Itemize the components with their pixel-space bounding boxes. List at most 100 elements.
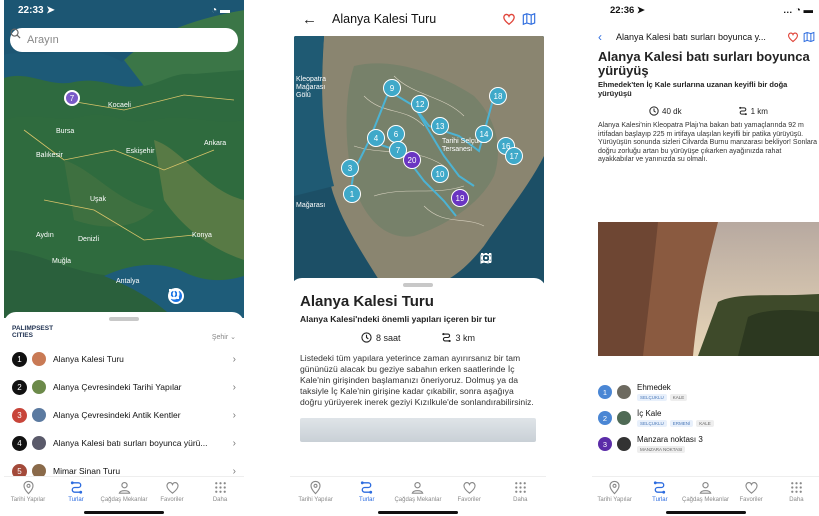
stop-thumbnail [617, 385, 631, 399]
walk-title: Alanya Kalesi batı surları boyunca yürüy… [598, 49, 810, 78]
tab-label: Turlar [652, 497, 668, 503]
map-marker[interactable]: 9 [383, 79, 401, 97]
list-item[interactable]: 1 Ehmedek SELÇUKLU KALE [598, 383, 819, 401]
map-pin-icon [609, 480, 620, 495]
city-label: Kocaeli [108, 102, 131, 109]
map-marker[interactable]: 3 [341, 159, 359, 177]
map-marker[interactable]: 14 [475, 125, 493, 143]
map-label-kleopatra: Kleopatra Mağarası Gölü [296, 76, 326, 99]
person-pin-icon [699, 481, 712, 494]
back-chevron-icon[interactable]: ‹ [598, 30, 612, 44]
tab-tours[interactable]: Turlar [344, 480, 390, 503]
tour-map[interactable]: Kleopatra Mağarası Gölü Tarihi Selçuklu … [294, 36, 544, 288]
tab-contemporary-places[interactable]: Çağdaş Mekanlar [100, 480, 148, 503]
map-marker[interactable]: 1 [343, 185, 361, 203]
city-label: Uşak [90, 196, 106, 203]
chevron-right-icon: › [232, 353, 236, 365]
status-time: 22:33 ➤ [18, 5, 55, 16]
crosshair-icon[interactable] [168, 288, 180, 300]
tab-favorites[interactable]: Favoriler [446, 480, 492, 503]
map-marker[interactable]: 10 [431, 165, 449, 183]
nav-header: ‹ Alanya Kalesi batı surları boyunca y..… [598, 30, 815, 44]
tab-favorites[interactable]: Favoriler [149, 480, 195, 503]
grid-dots-icon [515, 482, 526, 493]
tour-list-sheet: PALIMPSEST CITIES Şehir ⌄ 1 Alanya Kales… [4, 312, 244, 479]
tour-distance: 3 km [455, 332, 476, 343]
heart-icon [745, 482, 758, 494]
page-title: Alanya Kalesi Turu [332, 12, 437, 26]
city-label: Muğla [52, 258, 72, 265]
status-bar: 22:36 ➤ … ◔ ▬ [610, 5, 813, 16]
map-icon[interactable] [522, 12, 536, 26]
status-bar: 22:33 ➤ ◔ ▬ [18, 5, 230, 16]
map-marker[interactable]: 12 [411, 95, 429, 113]
header-title: Alanya Kalesi batı surları boyunca y... [616, 32, 766, 42]
phone-walk-detail-screen: 22:36 ➤ … ◔ ▬ ‹ Alanya Kalesi batı surla… [592, 0, 819, 516]
map-marker[interactable]: 18 [489, 87, 507, 105]
tab-tours[interactable]: Turlar [637, 480, 682, 503]
tab-historic-buildings[interactable]: Tarihi Yapılar [293, 480, 339, 503]
stop-tag: ERMENİ [669, 420, 694, 427]
list-item[interactable]: 2 Alanya Çevresindeki Tarihi Yapılar › [4, 373, 244, 401]
tab-label: Çağdaş Mekanlar [100, 497, 148, 503]
stop-thumbnail [617, 411, 631, 425]
list-item[interactable]: 3 Manzara noktası 3 MANZARA NOKTASI [598, 435, 819, 453]
map-marker[interactable]: 13 [431, 117, 449, 135]
list-item[interactable]: 2 İç Kale SELÇUKLU ERMENİ KALE [598, 409, 819, 427]
home-indicator [378, 511, 458, 514]
search-input[interactable] [27, 34, 207, 46]
sort-dropdown[interactable]: Şehir ⌄ [212, 333, 236, 341]
map-icon[interactable] [803, 31, 815, 43]
stop-number: 1 [598, 385, 612, 399]
map-marker[interactable]: 20 [403, 151, 421, 169]
tab-contemporary-places[interactable]: Çağdaş Mekanlar [394, 480, 441, 503]
tab-historic-buildings[interactable]: Tarihi Yapılar [592, 480, 637, 503]
walk-subtitle: Ehmedek'ten İç Kale surlarına uzanan key… [598, 80, 788, 98]
tour-number: 4 [12, 435, 27, 451]
tab-more[interactable]: Daha [497, 480, 543, 503]
city-label: Balıkesir [36, 152, 63, 159]
tour-thumbnail [32, 380, 46, 394]
list-item[interactable]: 3 Alanya Çevresindeki Antik Kentler › [4, 401, 244, 429]
crosshair-icon[interactable] [480, 252, 492, 264]
map-marker[interactable]: 19 [451, 189, 469, 207]
tab-contemporary-places[interactable]: Çağdaş Mekanlar [682, 480, 729, 503]
city-label: Bursa [56, 128, 75, 135]
tab-label: Favoriler [160, 497, 184, 503]
tour-number: 2 [12, 379, 27, 395]
tab-favorites[interactable]: Favoriler [729, 480, 774, 503]
search-bar[interactable] [10, 28, 238, 52]
map-marker[interactable]: 17 [505, 147, 523, 165]
tab-more[interactable]: Daha [774, 480, 819, 503]
heart-icon[interactable] [502, 12, 516, 26]
tab-historic-buildings[interactable]: Tarihi Yapılar [5, 480, 51, 503]
nav-header: ← Alanya Kalesi Turu [302, 8, 536, 30]
tab-label: Daha [789, 497, 804, 503]
walk-meta: 40 dk 1 km [598, 106, 819, 116]
heart-icon[interactable] [787, 31, 799, 43]
stop-name: Ehmedek [637, 383, 671, 392]
tour-thumbnail [32, 352, 46, 366]
stop-thumbnail [617, 437, 631, 451]
tab-more[interactable]: Daha [197, 480, 243, 503]
cluster-marker[interactable]: 7 [64, 90, 80, 106]
tour-list: 1 Alanya Kalesi Turu › 2 Alanya Çevresin… [4, 345, 244, 485]
list-item[interactable]: 1 Alanya Kalesi Turu › [4, 345, 244, 373]
tour-info-sheet: Alanya Kalesi Turu Alanya Kalesi'ndeki ö… [290, 278, 546, 476]
map-marker[interactable]: 4 [367, 129, 385, 147]
back-arrow-icon[interactable]: ← [302, 11, 324, 28]
city-label: Eskişehir [126, 148, 155, 155]
list-item[interactable]: 4 Alanya Kalesi batı surları boyunca yür… [4, 429, 244, 457]
map-label-magarasi: Mağarası [296, 202, 326, 209]
home-indicator [665, 511, 746, 514]
walk-info: Alanya Kalesi batı surları boyunca yürüy… [598, 50, 819, 165]
sheet-handle[interactable] [403, 283, 433, 287]
tour-name: Alanya Kalesi batı surları boyunca yürü.… [53, 438, 208, 448]
tab-label: Daha [212, 497, 228, 503]
stop-number: 2 [598, 411, 612, 425]
map-view[interactable]: Kocaeli Bursa Balıkesir Eskişehir Ankara… [4, 0, 244, 318]
wifi-battery-icon: … ◔ ▬ [782, 5, 813, 16]
tab-label: Tarihi Yapılar [10, 497, 46, 503]
tour-meta: 8 saat 3 km [300, 332, 536, 343]
tab-tours[interactable]: Turlar [53, 480, 99, 503]
